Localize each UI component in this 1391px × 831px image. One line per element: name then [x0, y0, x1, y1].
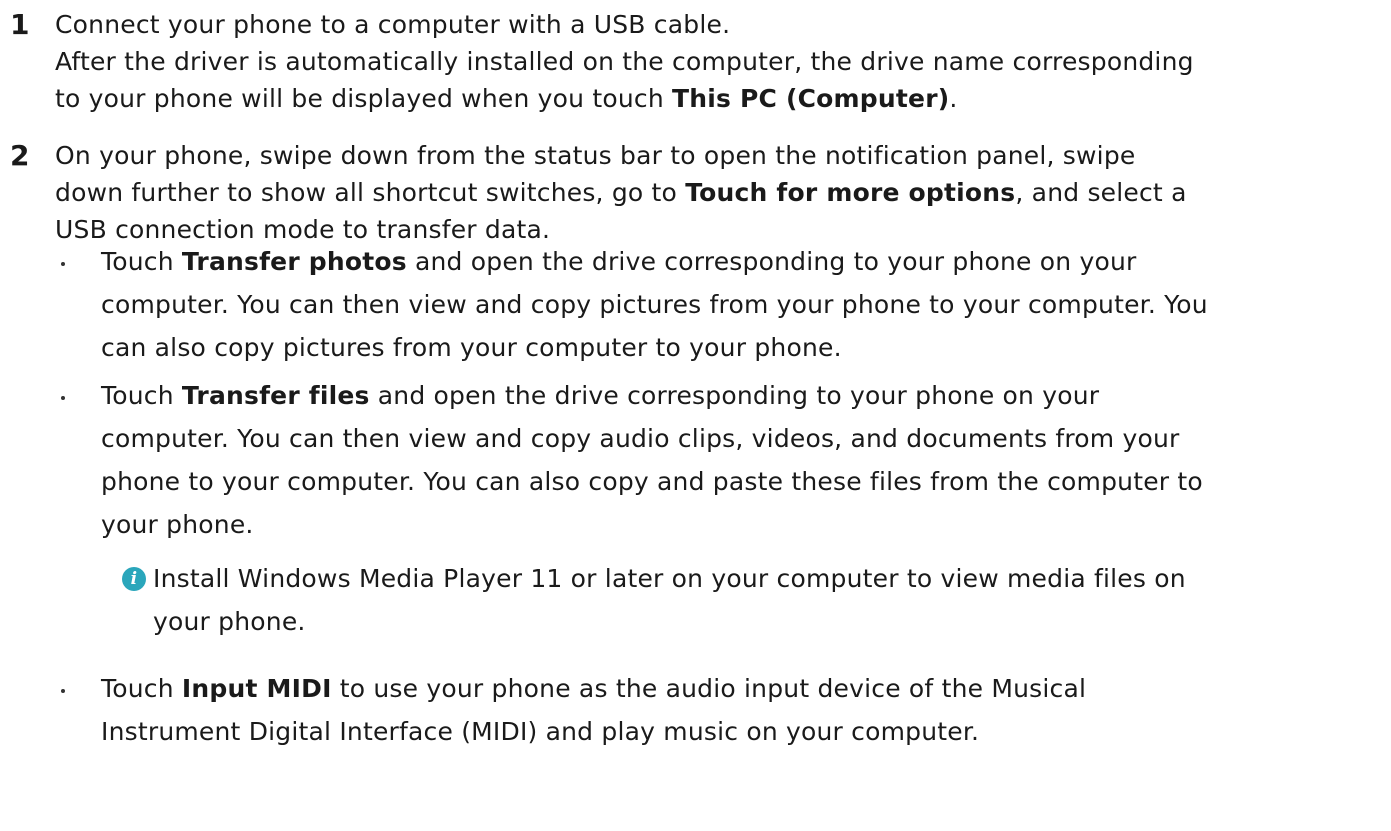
note-line-2: your phone. [153, 607, 306, 636]
bullet-icon [61, 262, 65, 266]
text-segment: to use your phone as the audio input dev… [331, 674, 1087, 703]
bullet-icon [61, 396, 65, 400]
bullet-line: computer. You can then view and copy pic… [101, 290, 1208, 319]
text-segment: . [949, 84, 958, 113]
text-segment: and open the drive corresponding to your… [406, 247, 1137, 276]
bullet-line: Instrument Digital Interface (MIDI) and … [101, 717, 980, 746]
ui-term-transfer-photos: Transfer photos [181, 247, 407, 276]
bullet-line: phone to your computer. You can also cop… [101, 467, 1203, 496]
step-1-line-1: Connect your phone to a computer with a … [55, 10, 731, 39]
note-line-1: Install Windows Media Player 11 or later… [153, 564, 1186, 593]
step-2-line-2: down further to show all shortcut switch… [55, 174, 1187, 212]
bullet-line: your phone. [101, 510, 254, 539]
text-segment: down further to show all shortcut switch… [55, 178, 686, 207]
step-1-line-3: to your phone will be displayed when you… [55, 80, 958, 118]
step-2-line-1: On your phone, swipe down from the statu… [55, 141, 1136, 170]
bullet-line: can also copy pictures from your compute… [101, 333, 842, 362]
text-segment: Touch [101, 674, 182, 703]
step-number: 2 [10, 139, 30, 172]
text-segment: , and select a [1015, 178, 1187, 207]
step-number: 1 [10, 8, 30, 41]
text-segment: Touch [101, 381, 182, 410]
text-segment: to your phone will be displayed when you… [55, 84, 673, 113]
ui-term-this-pc: This PC (Computer) [672, 84, 950, 113]
bullet-icon [61, 689, 65, 693]
text-segment: Touch [101, 247, 182, 276]
ui-term-transfer-files: Transfer files [181, 381, 370, 410]
bullet-line: Touch Input MIDI to use your phone as th… [101, 670, 1086, 708]
ui-term-input-midi: Input MIDI [181, 674, 332, 703]
step-1-line-2: After the driver is automatically instal… [55, 47, 1194, 76]
info-icon: i [122, 567, 146, 591]
bullet-line: computer. You can then view and copy aud… [101, 424, 1180, 453]
ui-term-touch-for-more-options: Touch for more options [685, 178, 1016, 207]
bullet-line: Touch Transfer files and open the drive … [101, 377, 1099, 415]
bullet-line: Touch Transfer photos and open the drive… [101, 243, 1136, 281]
text-segment: and open the drive corresponding to your… [369, 381, 1100, 410]
